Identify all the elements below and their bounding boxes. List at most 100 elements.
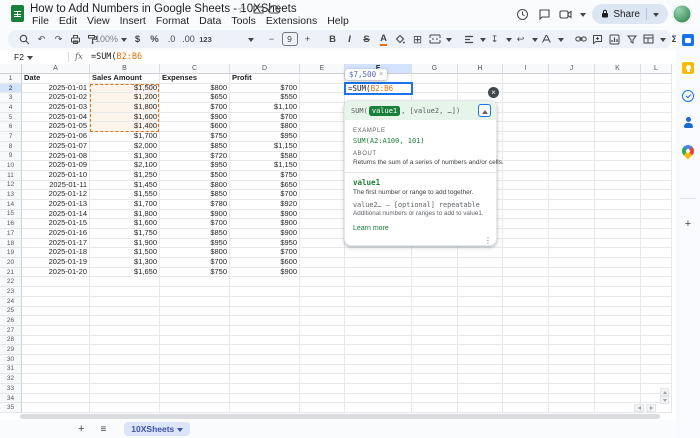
cell-F21[interactable] [345, 268, 412, 278]
cell-K27[interactable] [595, 326, 641, 336]
cell-K14[interactable] [595, 200, 641, 210]
menu-insert[interactable]: Insert [115, 15, 151, 28]
cell-H32[interactable] [458, 374, 503, 384]
row-header-8[interactable]: 8 [0, 142, 22, 152]
cell-F33[interactable] [345, 384, 412, 394]
row-header-26[interactable]: 26 [0, 316, 22, 326]
row-header-21[interactable]: 21 [0, 268, 22, 278]
cell-L12[interactable] [641, 181, 672, 191]
cell-C23[interactable] [160, 287, 230, 297]
cell-L9[interactable] [641, 152, 672, 162]
cell-D13[interactable]: $700 [230, 190, 300, 200]
menu-extensions[interactable]: Extensions [261, 15, 322, 28]
cell-D15[interactable]: $900 [230, 210, 300, 220]
add-sheet-button[interactable]: + [78, 423, 84, 435]
cell-K16[interactable] [595, 219, 641, 229]
cell-G34[interactable] [412, 394, 458, 404]
cell-G32[interactable] [412, 374, 458, 384]
cell-F29[interactable] [345, 345, 412, 355]
cell-K20[interactable] [595, 258, 641, 268]
italic-button[interactable]: I [343, 31, 357, 47]
cell-B6[interactable]: $1,400 [90, 122, 160, 132]
cell-H19[interactable] [458, 248, 503, 258]
cell-A32[interactable] [22, 374, 90, 384]
menu-help[interactable]: Help [322, 15, 354, 28]
cell-F25[interactable] [345, 307, 412, 317]
cell-A30[interactable] [22, 355, 90, 365]
cell-C29[interactable] [160, 345, 230, 355]
cell-K33[interactable] [595, 384, 641, 394]
cell-B16[interactable]: $1,600 [90, 219, 160, 229]
cell-I3[interactable] [503, 93, 549, 103]
cell-G35[interactable] [412, 403, 458, 413]
cell-C4[interactable]: $700 [160, 103, 230, 113]
cell-I26[interactable] [503, 316, 549, 326]
cell-C32[interactable] [160, 374, 230, 384]
cell-J27[interactable] [549, 326, 595, 336]
column-header-L[interactable]: L [641, 64, 672, 74]
cell-J30[interactable] [549, 355, 595, 365]
cell-J26[interactable] [549, 316, 595, 326]
cell-C20[interactable]: $700 [160, 258, 230, 268]
cell-F27[interactable] [345, 326, 412, 336]
cell-K4[interactable] [595, 103, 641, 113]
row-header-22[interactable]: 22 [0, 277, 22, 287]
cell-D23[interactable] [230, 287, 300, 297]
zoom-select[interactable]: 100% [104, 31, 118, 47]
cell-J7[interactable] [549, 132, 595, 142]
cell-G29[interactable] [412, 345, 458, 355]
all-sheets-menu-icon[interactable]: ≡ [100, 424, 106, 435]
cell-H31[interactable] [458, 365, 503, 375]
cell-J2[interactable] [549, 84, 595, 94]
cell-B2[interactable]: $1,500 [90, 84, 160, 94]
cell-J10[interactable] [549, 161, 595, 171]
cell-H33[interactable] [458, 384, 503, 394]
cell-B14[interactable]: $1,700 [90, 200, 160, 210]
cell-C7[interactable]: $750 [160, 132, 230, 142]
cell-E32[interactable] [300, 374, 345, 384]
cell-L27[interactable] [641, 326, 672, 336]
cell-K34[interactable] [595, 394, 641, 404]
cell-D1[interactable]: Profit [230, 74, 300, 84]
cell-A33[interactable] [22, 384, 90, 394]
cell-E16[interactable] [300, 219, 345, 229]
cell-K12[interactable] [595, 181, 641, 191]
cell-I30[interactable] [503, 355, 549, 365]
cell-D33[interactable] [230, 384, 300, 394]
cell-J21[interactable] [549, 268, 595, 278]
cell-A5[interactable]: 2025-01-04 [22, 113, 90, 123]
cell-G1[interactable] [412, 74, 458, 84]
chevron-down-icon[interactable] [660, 38, 666, 45]
cell-C31[interactable] [160, 365, 230, 375]
name-box[interactable]: F2 [0, 52, 62, 62]
dismiss-preview-icon[interactable]: × [379, 71, 383, 78]
cell-B17[interactable]: $1,750 [90, 229, 160, 239]
cell-K32[interactable] [595, 374, 641, 384]
cell-B25[interactable] [90, 307, 160, 317]
row-header-27[interactable]: 27 [0, 326, 22, 336]
spreadsheet-grid[interactable]: ABCDEFGHIJKL1DateSales AmountExpensesPro… [0, 64, 676, 414]
cell-G19[interactable] [412, 248, 458, 258]
cell-F26[interactable] [345, 316, 412, 326]
cell-D10[interactable]: $1,150 [230, 161, 300, 171]
cell-J15[interactable] [549, 210, 595, 220]
maps-icon[interactable] [680, 143, 697, 160]
cell-J18[interactable] [549, 239, 595, 249]
cell-H23[interactable] [458, 287, 503, 297]
column-header-D[interactable]: D [230, 64, 300, 74]
cell-H28[interactable] [458, 336, 503, 346]
row-header-20[interactable]: 20 [0, 258, 22, 268]
learn-more-link[interactable]: Learn more [353, 225, 389, 232]
cell-K2[interactable] [595, 84, 641, 94]
row-header-30[interactable]: 30 [0, 355, 22, 365]
cell-B22[interactable] [90, 277, 160, 287]
cell-I6[interactable] [503, 122, 549, 132]
cell-B31[interactable] [90, 365, 160, 375]
cell-A18[interactable]: 2025-01-17 [22, 239, 90, 249]
cell-C12[interactable]: $800 [160, 181, 230, 191]
cell-K18[interactable] [595, 239, 641, 249]
cell-G28[interactable] [412, 336, 458, 346]
cell-A1[interactable]: Date [22, 74, 90, 84]
menu-edit[interactable]: Edit [54, 15, 82, 28]
cell-A15[interactable]: 2025-01-14 [22, 210, 90, 220]
